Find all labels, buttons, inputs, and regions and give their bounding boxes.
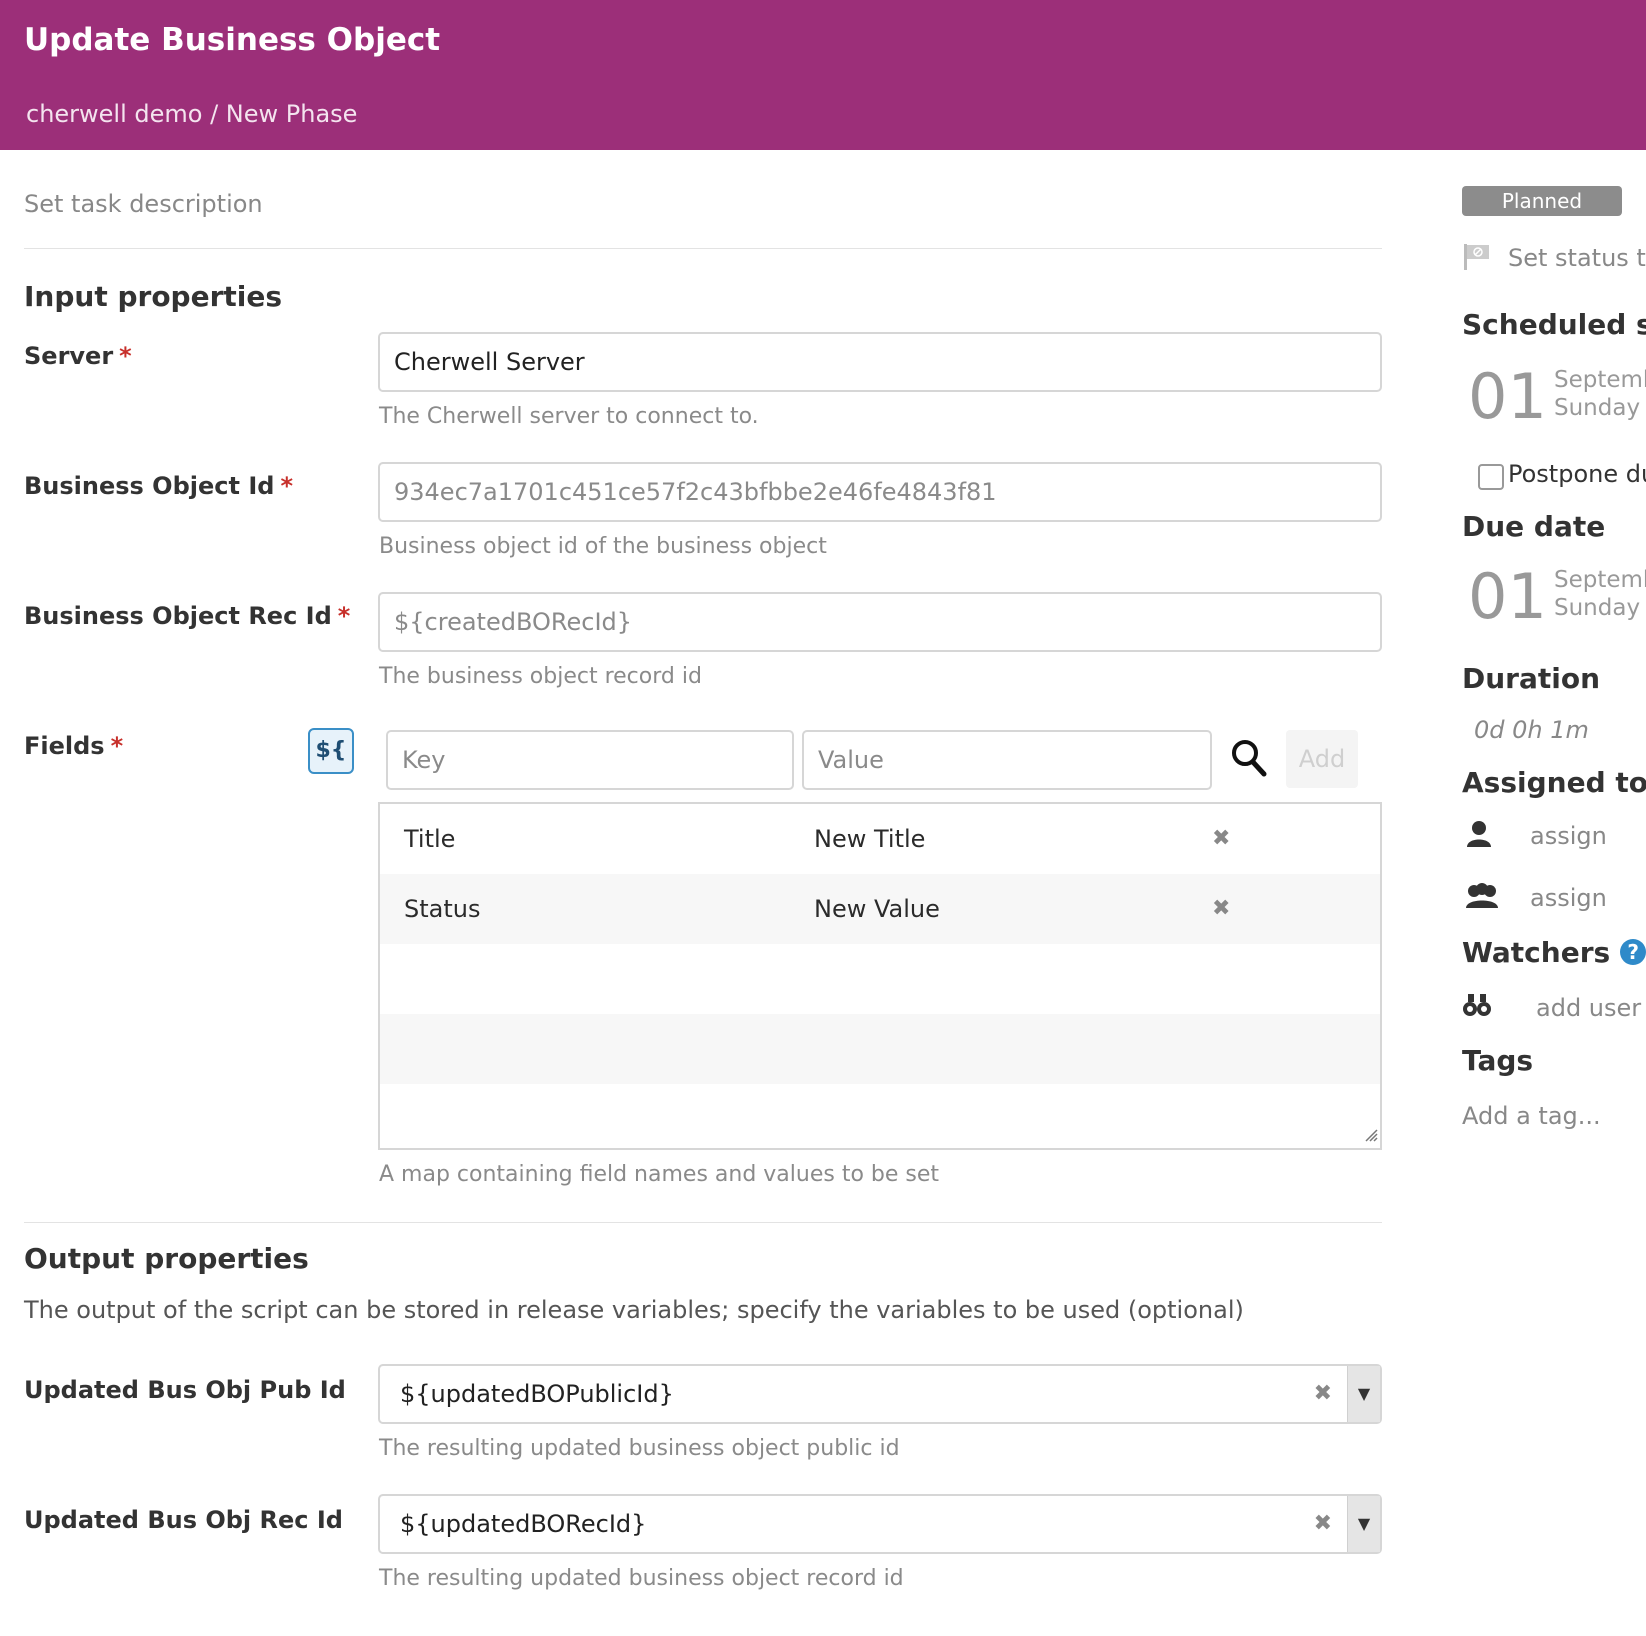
user-icon (1466, 820, 1492, 852)
server-help: The Cherwell server to connect to. (379, 404, 759, 429)
empty-row (380, 1014, 1380, 1084)
scheduled-weekday: Sunday (1554, 395, 1641, 421)
output-properties-description: The output of the script can be stored i… (24, 1296, 1244, 1324)
team-icon (1464, 882, 1500, 914)
business-object-rec-id-label: Business Object Rec Id * (24, 602, 350, 630)
postpone-label: Postpone du (1508, 460, 1646, 488)
remove-icon[interactable]: ✖ (1212, 874, 1230, 944)
output-properties-title: Output properties (24, 1242, 309, 1275)
duration-value[interactable]: 0d 0h 1m (1474, 716, 1589, 744)
search-icon[interactable] (1230, 738, 1268, 782)
updated-rec-id-label: Updated Bus Obj Rec Id (24, 1506, 343, 1534)
value-input[interactable]: Value (802, 730, 1212, 790)
flag-icon (1462, 242, 1492, 276)
business-object-id-help: Business object id of the business objec… (379, 534, 827, 559)
updated-pub-id-help: The resulting updated business object pu… (379, 1436, 900, 1461)
field-key: Title (404, 825, 456, 853)
key-input[interactable]: Key (386, 730, 794, 790)
watchers-title: Watchers? (1462, 936, 1646, 969)
updated-pub-id-select[interactable]: ${updatedBOPublicId} ✖ ▼ (378, 1364, 1382, 1424)
field-key: Status (404, 895, 481, 923)
selected-value: ${updatedBORecId} (400, 1510, 647, 1538)
clear-icon[interactable]: ✖ (1314, 1366, 1332, 1422)
watchers-title-text: Watchers (1462, 936, 1611, 969)
postpone-checkbox[interactable] (1478, 464, 1504, 490)
page-header: Update Business Object cherwell demo / N… (0, 0, 1646, 150)
input-properties-title: Input properties (24, 280, 283, 313)
task-sidebar: Planned Set status te Scheduled sta 01 S… (1462, 150, 1646, 1636)
due-weekday: Sunday (1554, 595, 1641, 621)
business-object-rec-id-label-text: Business Object Rec Id (24, 602, 332, 630)
scheduled-day[interactable]: 01 (1468, 360, 1547, 433)
help-icon[interactable]: ? (1620, 939, 1646, 965)
updated-rec-id-help: The resulting updated business object re… (379, 1566, 904, 1591)
due-day[interactable]: 01 (1468, 560, 1547, 633)
divider (24, 248, 1382, 249)
page-title: Update Business Object (24, 22, 441, 58)
scheduled-month: Septemb (1554, 367, 1646, 393)
due-month: Septemb (1554, 567, 1646, 593)
assign-user-link[interactable]: assign (1530, 822, 1607, 850)
business-object-id-field[interactable]: 934ec7a1701c451ce57f2c43bfbbe2e46fe4843f… (378, 462, 1382, 522)
fields-label-text: Fields (24, 732, 105, 760)
business-object-id-label-text: Business Object Id (24, 472, 275, 500)
scheduled-start-title: Scheduled sta (1462, 308, 1646, 341)
business-object-id-label: Business Object Id * (24, 472, 293, 500)
field-value: New Title (814, 825, 926, 853)
set-status-text[interactable]: Set status te (1508, 244, 1646, 272)
dropdown-arrow-icon[interactable]: ▼ (1347, 1366, 1380, 1422)
breadcrumb[interactable]: cherwell demo / New Phase (26, 100, 357, 128)
required-mark: * (119, 342, 132, 370)
table-row[interactable]: Status New Value ✖ (380, 874, 1380, 944)
table-row[interactable]: Title New Title ✖ (380, 804, 1380, 874)
tags-title: Tags (1462, 1044, 1534, 1077)
fields-table: Title New Title ✖ Status New Value ✖ (378, 802, 1382, 1150)
field-value: New Value (814, 895, 940, 923)
status-badge: Planned (1462, 186, 1622, 216)
fields-label: Fields * (24, 732, 123, 760)
expression-toggle-button[interactable]: ${ (308, 728, 354, 774)
required-mark: * (280, 472, 293, 500)
task-form: Set task description Input properties Se… (0, 150, 1420, 1636)
add-button[interactable]: Add (1286, 730, 1358, 788)
add-watcher-link[interactable]: add user (1536, 994, 1641, 1022)
binoculars-icon (1462, 992, 1492, 1022)
assign-team-link[interactable]: assign (1530, 884, 1607, 912)
empty-row (380, 944, 1380, 1014)
selected-value: ${updatedBOPublicId} (400, 1380, 674, 1408)
updated-rec-id-select[interactable]: ${updatedBORecId} ✖ ▼ (378, 1494, 1382, 1554)
updated-pub-id-label: Updated Bus Obj Pub Id (24, 1376, 346, 1404)
due-date-title: Due date (1462, 510, 1606, 543)
resize-handle-icon[interactable] (1364, 1127, 1378, 1146)
server-field[interactable]: Cherwell Server (378, 332, 1382, 392)
server-label: Server * (24, 342, 132, 370)
business-object-rec-id-field[interactable]: ${createdBORecId} (378, 592, 1382, 652)
server-label-text: Server (24, 342, 114, 370)
duration-title: Duration (1462, 662, 1601, 695)
required-mark: * (110, 732, 124, 760)
assigned-to-title: Assigned to (1462, 766, 1646, 799)
required-mark: * (337, 602, 351, 630)
task-description[interactable]: Set task description (24, 190, 263, 218)
fields-help: A map containing field names and values … (379, 1162, 940, 1187)
clear-icon[interactable]: ✖ (1314, 1496, 1332, 1552)
tag-input[interactable]: Add a tag... (1462, 1102, 1601, 1130)
dropdown-arrow-icon[interactable]: ▼ (1347, 1496, 1380, 1552)
remove-icon[interactable]: ✖ (1212, 804, 1230, 874)
business-object-rec-id-help: The business object record id (379, 664, 702, 689)
divider (24, 1222, 1382, 1223)
